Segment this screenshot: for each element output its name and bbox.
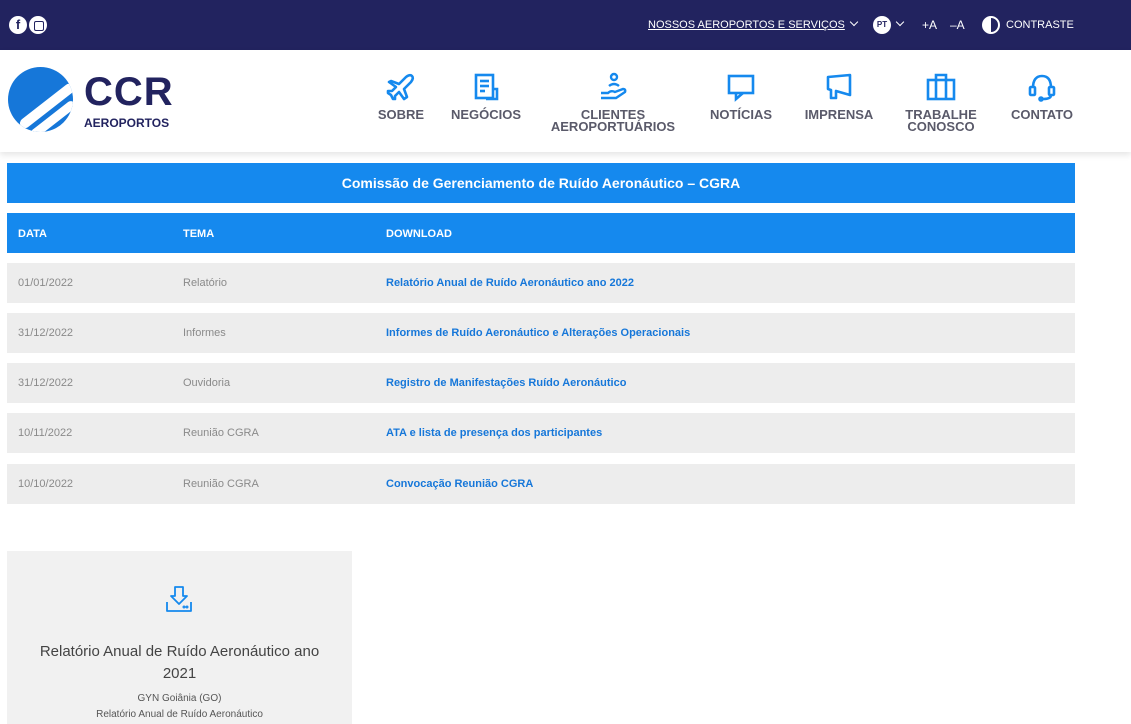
- column-header-download: DOWNLOAD: [386, 228, 452, 240]
- contrast-icon[interactable]: [982, 16, 1000, 34]
- report-card[interactable]: Relatório Anual de Ruído Aeronáutico ano…: [7, 551, 352, 724]
- nav-label: SOBRE: [377, 107, 425, 122]
- page-title: Comissão de Gerenciamento de Ruído Aeron…: [7, 163, 1075, 203]
- row-tema: Reunião CGRA: [183, 478, 259, 490]
- airports-services-label: NOSSOS AEROPORTOS E SERVIÇOS: [648, 19, 845, 31]
- nav-label: TRABALHE CONOSCO: [905, 107, 977, 134]
- instagram-icon[interactable]: [29, 16, 47, 34]
- language-selector[interactable]: PT: [873, 16, 891, 34]
- nav-item-clientes[interactable]: CLIENTES AEROPORTUÁRIOS: [549, 50, 677, 152]
- hand-person-icon: [601, 72, 627, 100]
- download-icon: [166, 586, 192, 612]
- row-date: 31/12/2022: [18, 377, 74, 389]
- download-link[interactable]: Relatório Anual de Ruído Aeronáutico ano…: [386, 277, 634, 289]
- download-link[interactable]: ATA e lista de presença dos participante…: [386, 427, 602, 439]
- briefcase-icon: [926, 73, 956, 101]
- download-link[interactable]: Convocação Reunião CGRA: [386, 478, 533, 490]
- card-title: Relatório Anual de Ruído Aeronáutico ano…: [39, 643, 320, 682]
- megaphone-icon: [826, 73, 852, 100]
- logo-text: CCR: [84, 70, 174, 114]
- language-chevron[interactable]: [895, 17, 905, 31]
- table-row: 10/11/2022 Reunião CGRA ATA e lista de p…: [7, 413, 1075, 453]
- nav-label: NOTÍCIAS: [709, 107, 773, 122]
- download-link[interactable]: Registro de Manifestações Ruído Aeronáut…: [386, 377, 626, 389]
- table-row: 31/12/2022 Ouvidoria Registro de Manifes…: [7, 363, 1075, 403]
- row-tema: Relatório: [183, 277, 228, 289]
- nav-item-contato[interactable]: CONTATO: [1006, 50, 1078, 152]
- column-header-data: DATA: [18, 228, 47, 240]
- contrast-button[interactable]: CONTRASTE: [1006, 19, 1074, 31]
- plane-icon: [386, 73, 415, 101]
- logo-mark-icon: [8, 67, 73, 132]
- site-header: CCR AEROPORTOS SOBRE NEGÓCIOS CLIENTES A…: [0, 50, 1131, 152]
- increase-font-button[interactable]: +A: [922, 18, 937, 32]
- headset-icon: [1028, 74, 1056, 102]
- table-row: 31/12/2022 Informes Informes de Ruído Ae…: [7, 313, 1075, 353]
- facebook-icon[interactable]: f: [9, 16, 27, 34]
- column-header-tema: TEMA: [183, 228, 215, 240]
- nav-label: NEGÓCIOS: [450, 107, 522, 122]
- table-row: 01/01/2022 Relatório Relatório Anual de …: [7, 263, 1075, 303]
- nav-item-noticias[interactable]: NOTÍCIAS: [703, 50, 779, 152]
- logo-subtext: AEROPORTOS: [84, 116, 170, 130]
- row-tema: Informes: [183, 327, 226, 339]
- card-description: Relatório Anual de Ruído Aeronáutico: [96, 709, 263, 720]
- row-tema: Ouvidoria: [183, 377, 231, 389]
- chevron-down-icon: [895, 17, 905, 27]
- table-header: DATA TEMA DOWNLOAD: [7, 213, 1075, 253]
- nav-label: CLIENTES AEROPORTUÁRIOS: [550, 107, 676, 134]
- row-tema: Reunião CGRA: [183, 427, 259, 439]
- nav-item-negocios[interactable]: NEGÓCIOS: [445, 50, 527, 152]
- row-date: 10/10/2022: [18, 478, 74, 490]
- row-date: 31/12/2022: [18, 327, 74, 339]
- download-link[interactable]: Informes de Ruído Aeronáutico e Alteraçõ…: [386, 327, 690, 339]
- nav-label: IMPRENSA: [804, 107, 874, 122]
- airports-services-menu[interactable]: NOSSOS AEROPORTOS E SERVIÇOS: [648, 17, 859, 31]
- nav-label: CONTATO: [1010, 107, 1074, 122]
- nav-item-imprensa[interactable]: IMPRENSA: [801, 50, 877, 152]
- table-row: 10/10/2022 Reunião CGRA Convocação Reuni…: [7, 464, 1075, 504]
- top-bar: f NOSSOS AEROPORTOS E SERVIÇOS PT +A –A …: [0, 0, 1131, 50]
- nav-item-trabalhe[interactable]: TRABALHE CONOSCO: [900, 50, 982, 152]
- row-date: 01/01/2022: [18, 277, 74, 289]
- monitor-icon: [727, 74, 755, 102]
- nav-item-sobre[interactable]: SOBRE: [370, 50, 432, 152]
- decrease-font-button[interactable]: –A: [950, 18, 965, 32]
- document-chart-icon: [474, 73, 499, 101]
- row-date: 10/11/2022: [18, 427, 73, 439]
- chevron-down-icon: [849, 17, 859, 27]
- card-location: GYN Goiânia (GO): [137, 693, 222, 704]
